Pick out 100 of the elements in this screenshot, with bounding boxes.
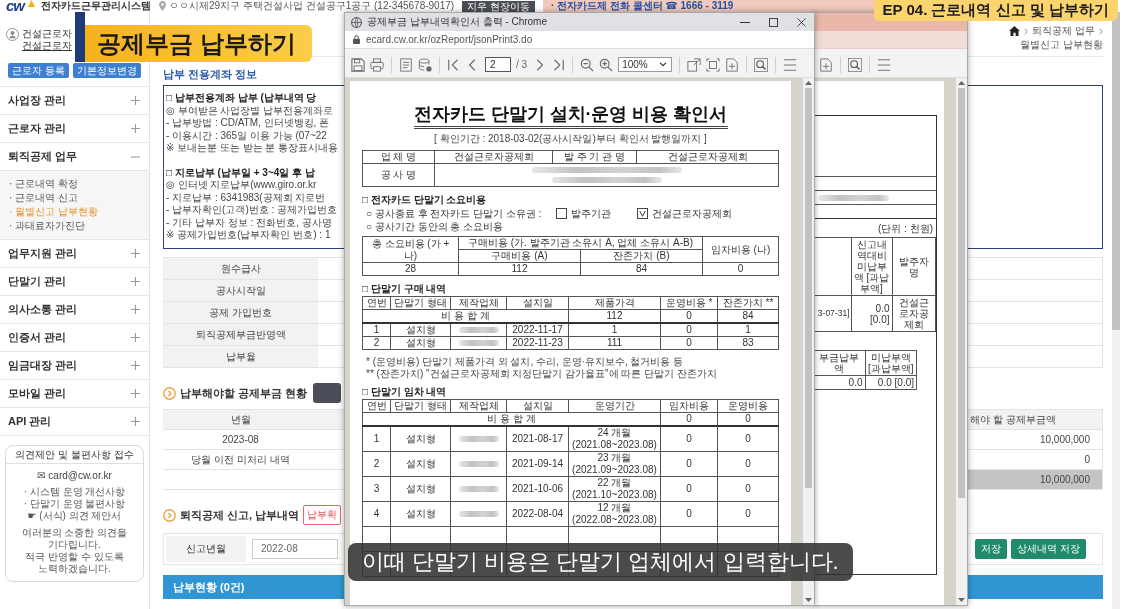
menu-item[interactable]: 사업장 관리 [0,87,149,115]
lock-icon [353,35,360,44]
table-cell: 0.0 [0.0] [851,295,892,332]
menu-icon[interactable] [877,57,891,72]
user-name: 건설근로자 [22,28,72,40]
save-icon[interactable] [351,57,365,72]
add-page-icon[interactable] [725,57,740,72]
menu-item[interactable]: 모바일 관리 [0,380,149,408]
table-cell: 24 개월 (2021.08~2023.08) [568,426,661,452]
table-cell-text: 10,000,000 [1038,433,1091,447]
submenu-item[interactable]: · 근로내역 신고 [9,191,78,205]
add-page-icon[interactable] [819,57,833,72]
section-title: 납부해야할 공제부금 현황 [180,385,308,401]
zoom-in-icon[interactable] [599,57,614,72]
table-cell: 1 [362,426,391,452]
scrollbar[interactable] [956,78,967,605]
table-cell: 2021-08-17 [506,426,569,452]
fit-page-icon[interactable] [706,57,721,72]
search-icon[interactable] [754,57,769,72]
menu-item[interactable]: 인증서 관리 [0,324,149,352]
menu-icon[interactable] [783,57,798,72]
submenu-item[interactable]: · 근로내역 확정 [9,177,78,191]
save-button[interactable]: 상세내역 저장 [1011,539,1086,559]
address-field[interactable] [813,31,967,49]
menu-item[interactable]: 근로자 관리 [0,115,149,143]
column-header: 연번 [362,399,391,413]
last-page-icon[interactable] [551,57,566,72]
row-label: 납부율 [163,346,318,367]
menu-item[interactable]: 업무지원 관리 [0,240,149,268]
submenu-item[interactable]: · 과태료자가진단 [9,219,86,233]
form-link[interactable]: ☛ (서식) 의견 제안서 [27,510,122,522]
home-icon[interactable] [1009,26,1021,36]
scrollbar-thumb[interactable] [958,88,965,498]
logo-text[interactable]: cw [6,0,24,12]
table-cell: 설치형 [390,426,451,452]
table-cell: 0 [660,323,718,337]
page-count: / 3 [516,59,528,70]
site-name: ㅇㅇ시제29지구 주택건설사업 건설공구1공구 (12-345678-9017) [169,0,455,12]
maximize-icon[interactable] [769,17,778,27]
column-header: 단말기 형태 [390,296,451,310]
action-button[interactable] [313,383,342,403]
first-page-icon[interactable] [447,57,461,72]
save-button[interactable]: 저장 [975,539,1008,559]
export-icon[interactable] [687,57,702,72]
info-line: - 이용시간 : 365일 이용 가능 (07~22 [166,129,327,142]
close-icon[interactable] [797,17,806,27]
database-icon[interactable] [418,57,432,72]
redacted-text [458,511,499,517]
info-line: - 납부방법 : CD/ATM, 인터넷뱅킹, 폰 [166,117,330,130]
column-header: 잔존가치 ** [717,296,779,310]
row-label: 퇴직공제부금반영액 [163,324,318,345]
table-cell: 0 [717,451,779,477]
table-cell: 설치형 [390,336,451,350]
table-cell: 3 [362,476,391,502]
site-change-button[interactable]: 지우 현장이동 [462,0,535,12]
table-cell: 0 [717,476,779,502]
column-header: 제작업체 [450,296,507,310]
minimize-icon[interactable] [740,21,750,23]
document-icon[interactable] [399,57,413,72]
info-line: □ 납부전용계좌 납부 (납부내역 당 [166,92,317,105]
breadcrumb-item[interactable]: 월별신고 납부현황 [1020,39,1103,51]
scrollbar-thumb[interactable] [1112,12,1120,330]
scrollbar-thumb[interactable] [805,88,812,488]
payment-confirm-button[interactable]: 납부확 [303,505,342,525]
info-line: - 납부자확인(고객)번호 : 공제가입번호 [166,204,338,217]
user-name[interactable]: 건설근로자 [22,40,72,52]
table-cell: 건설근로자공제회 [434,150,553,164]
table-cell: 0 [717,501,779,527]
scroll-up-icon[interactable] [958,81,965,85]
table-cell: 23 개월 (2021.09~2023.08) [568,451,661,477]
sidebar-button[interactable]: 근로자 등록 [8,63,69,78]
date-field[interactable]: 2022-08 [252,539,338,559]
print-icon[interactable] [370,57,384,72]
zoom-select[interactable]: 100% [618,57,673,72]
column-header: 제품가격 [568,296,661,310]
menu-item[interactable]: 단말기 관리 [0,268,149,296]
menu-item[interactable]: 의사소통 관리 [0,296,149,324]
page-number-field[interactable]: 2 [485,57,511,72]
table-cell: 84 [580,262,703,276]
search-icon[interactable] [848,57,862,72]
redacted-text [819,194,889,201]
sidebar-button[interactable]: 기본정보변경 [72,63,141,78]
column-header: 임차비용 [660,399,718,413]
section-title: 납부 전용계좌 정보 [163,67,258,81]
info-line: ◎ 부여받은 사업장별 납부전용계좌로 [166,104,334,117]
menu-item[interactable]: API 관리 [0,408,149,436]
column-header: 구매비용 (가. 발주기관 소유시 A, 업체 소유시 A-B) [458,236,703,250]
zoom-out-icon[interactable] [580,57,595,72]
menu-item[interactable]: 임금대장 관리 [0,352,149,380]
scrollbar[interactable] [1112,12,1120,609]
scroll-up-icon[interactable] [805,81,812,85]
info-line: □ 지로납부 (납부일 + 3~4일 후 납 [166,166,315,179]
breadcrumb-item[interactable]: 퇴직공제 업무 [1032,25,1095,37]
check-square-label: 건설근로자공제회 [651,207,732,220]
table-cell: 2 [362,336,391,350]
address-field[interactable]: ecard.cw.or.kr/ozReport/jsonPrint3.do [345,31,814,49]
column-header: 단말기 형태 [390,399,451,413]
section-heading: □ 전자카드 단말기 소요비용 [362,193,487,206]
table-cell: 4 [362,501,391,527]
caret-down-icon [659,62,668,67]
